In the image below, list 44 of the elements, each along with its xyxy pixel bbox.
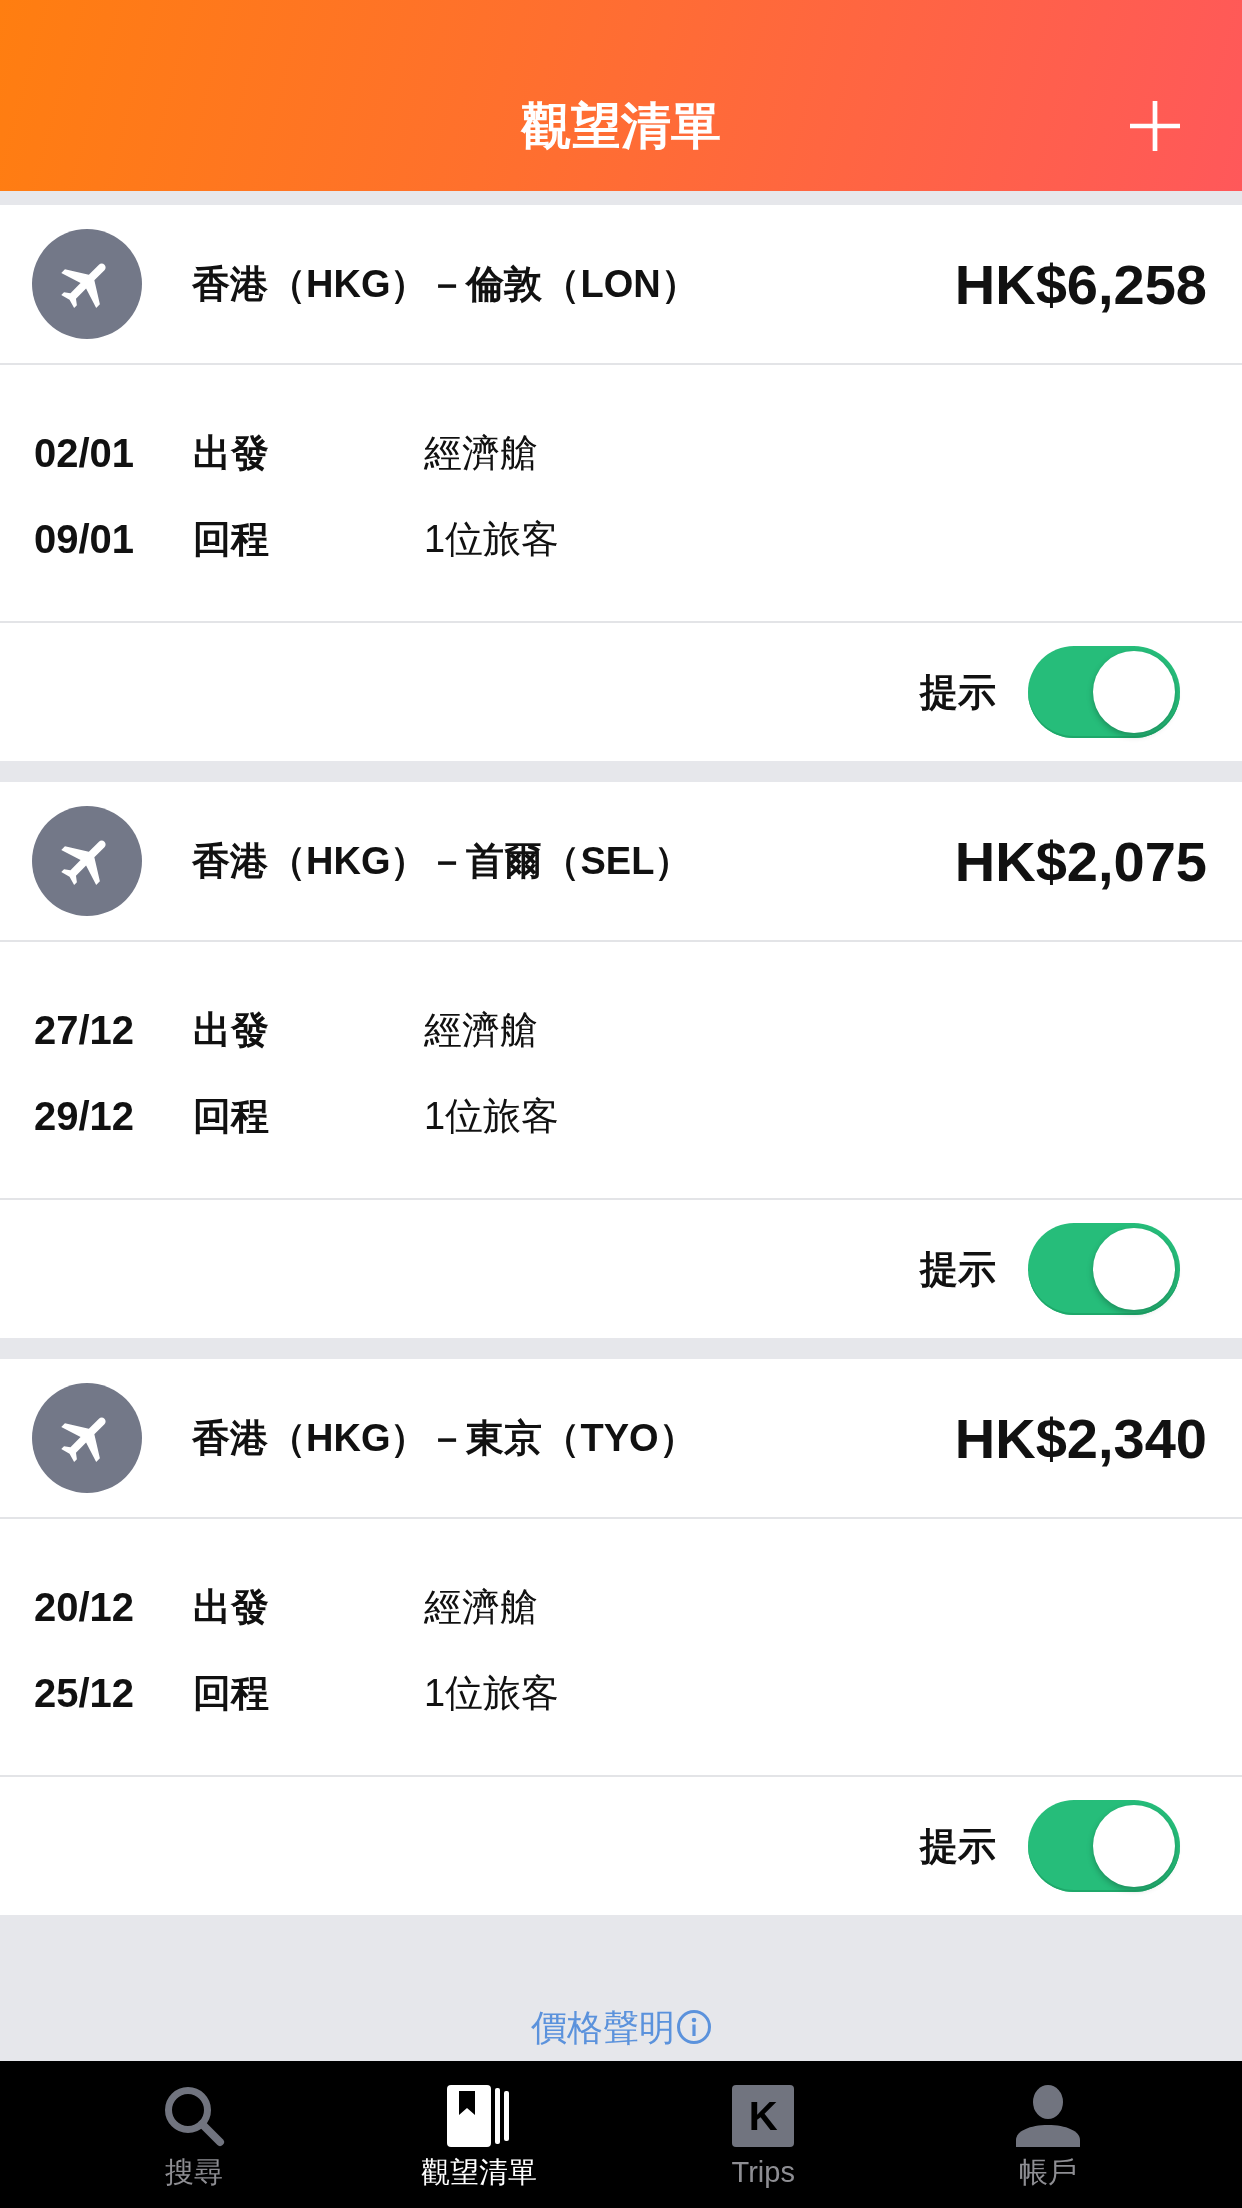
airplane-icon bbox=[32, 229, 142, 339]
alert-label: 提示 bbox=[920, 1246, 996, 1292]
search-icon bbox=[162, 2085, 227, 2147]
watchlist-card[interactable]: 香港（HKG）－首爾（SEL） HK$2,075 27/12 出發 經濟艙 29/12 回程 1位旅客 提示 bbox=[0, 782, 1242, 1338]
date-text: 02/01 bbox=[34, 430, 135, 476]
detail-text: 經濟艙 bbox=[424, 1007, 538, 1053]
price-text: HK$6,258 bbox=[954, 251, 1207, 317]
direction-label: 回程 bbox=[193, 1093, 269, 1139]
tab-item[interactable]: 觀望清單 bbox=[420, 2061, 537, 2208]
letter-tile-icon: K bbox=[732, 2085, 795, 2147]
detail-text: 1位旅客 bbox=[424, 516, 560, 562]
detail-text: 經濟艙 bbox=[424, 1584, 538, 1630]
date-text: 27/12 bbox=[34, 1007, 135, 1053]
direction-label: 出發 bbox=[193, 1584, 269, 1630]
direction-label: 出發 bbox=[193, 1007, 269, 1053]
airplane-icon bbox=[32, 1383, 142, 1493]
tab-item[interactable]: 帳戶 bbox=[1015, 2061, 1080, 2208]
date-text: 20/12 bbox=[34, 1584, 135, 1630]
route-text: 香港（HKG）－首爾（SEL） bbox=[192, 838, 694, 884]
date-text: 25/12 bbox=[34, 1670, 135, 1716]
person-icon bbox=[1015, 2085, 1080, 2147]
detail-text: 經濟艙 bbox=[424, 430, 538, 476]
airplane-icon bbox=[32, 806, 142, 916]
detail-text: 1位旅客 bbox=[424, 1093, 560, 1139]
route-text: 香港（HKG）－倫敦（LON） bbox=[192, 261, 700, 307]
page-title: 觀望清單 bbox=[521, 96, 721, 156]
alert-label: 提示 bbox=[920, 669, 996, 715]
info-icon bbox=[677, 2010, 711, 2045]
direction-label: 回程 bbox=[193, 516, 269, 562]
direction-label: 回程 bbox=[193, 1670, 269, 1716]
detail-text: 1位旅客 bbox=[424, 1670, 560, 1716]
tab-item[interactable]: K Trips bbox=[731, 2061, 795, 2208]
price-text: HK$2,075 bbox=[954, 828, 1207, 894]
bookmark-book-icon bbox=[446, 2085, 511, 2147]
tab-item[interactable]: 搜尋 bbox=[162, 2061, 227, 2208]
direction-label: 出發 bbox=[193, 430, 269, 476]
alert-label: 提示 bbox=[920, 1823, 996, 1869]
price-text: HK$2,340 bbox=[954, 1405, 1207, 1471]
add-icon[interactable] bbox=[1130, 100, 1180, 151]
date-text: 09/01 bbox=[34, 516, 135, 562]
watchlist-card[interactable]: 香港（HKG）－倫敦（LON） HK$6,258 02/01 出發 經濟艙 09/01 回程 1位旅客 提示 bbox=[0, 205, 1242, 761]
watchlist-card[interactable]: 香港（HKG）－東京（TYO） HK$2,340 20/12 出發 經濟艙 25/12 回程 1位旅客 提示 bbox=[0, 1359, 1242, 1915]
route-text: 香港（HKG）－東京（TYO） bbox=[192, 1415, 698, 1461]
date-text: 29/12 bbox=[34, 1093, 135, 1139]
